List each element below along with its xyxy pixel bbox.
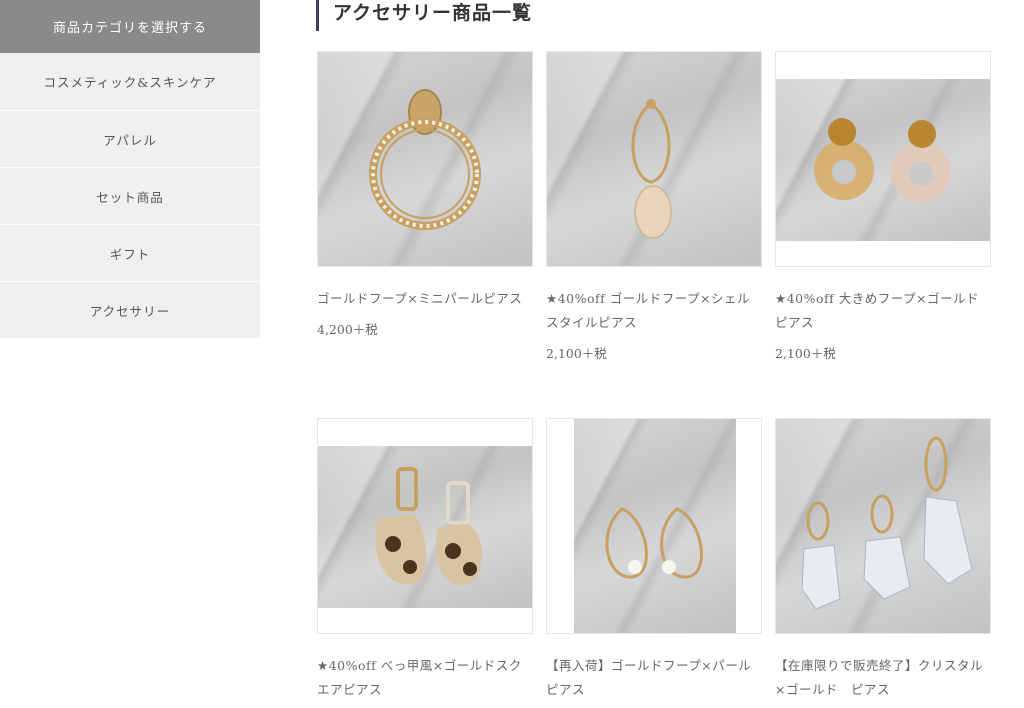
product-name[interactable]: ★40%off ゴールドフープ×シェルスタイルピアス [546,287,762,335]
big-hoop-earring-image [814,118,951,202]
product-card[interactable]: ★40%off 大きめフープ×ゴールドピアス 2,100＋税 [775,51,991,362]
product-name[interactable]: ゴールドフープ×ミニパールピアス [317,287,533,311]
pearl-hoop-earring-image [605,507,703,579]
product-image[interactable] [546,51,762,267]
category-select-header[interactable]: 商品カテゴリを選択する [0,0,260,53]
sidebar-item-cosmetics[interactable]: コスメティック&スキンケア [0,53,260,110]
product-image[interactable] [775,418,991,634]
pearl-hoop-earring-image [369,89,481,230]
product-price: 4,200＋税 [317,322,378,337]
category-sidebar: 商品カテゴリを選択する コスメティック&スキンケア アパレル セット商品 ギフト… [0,0,260,338]
product-card[interactable]: 【再入荷】ゴールドフープ×パール ピアス [546,418,764,702]
product-image[interactable] [546,418,762,634]
product-image[interactable] [775,51,991,267]
tortoise-square-earring-image [375,467,483,586]
product-card[interactable]: ★40%off べっ甲風×ゴールドスクエアピアス [317,418,533,702]
sidebar-item-apparel[interactable]: アパレル [0,111,260,167]
product-name[interactable]: ★40%off 大きめフープ×ゴールドピアス [775,287,991,335]
product-card[interactable]: ゴールドフープ×ミニパールピアス 4,200＋税 [317,51,533,338]
shell-hoop-earring-image [631,99,672,239]
product-price: 2,100＋税 [546,346,607,361]
crystal-gold-earring-image [801,436,973,610]
product-card[interactable]: 【在庫限りで販売終了】クリスタル×ゴールド ピアス [775,418,991,702]
product-price: 2,100＋税 [775,346,836,361]
product-name[interactable]: 【再入荷】ゴールドフープ×パール ピアス [546,654,764,702]
product-card[interactable]: ★40%off ゴールドフープ×シェルスタイルピアス 2,100＋税 [546,51,762,362]
sidebar-item-gift[interactable]: ギフト [0,225,260,281]
page-title: アクセサリー商品一覧 [316,0,532,31]
sidebar-item-sets[interactable]: セット商品 [0,168,260,224]
product-name[interactable]: 【在庫限りで販売終了】クリスタル×ゴールド ピアス [775,654,991,702]
product-image[interactable] [317,51,533,267]
product-image[interactable] [317,418,533,634]
sidebar-item-accessories[interactable]: アクセサリー [0,282,260,338]
product-name[interactable]: ★40%off べっ甲風×ゴールドスクエアピアス [317,654,533,702]
